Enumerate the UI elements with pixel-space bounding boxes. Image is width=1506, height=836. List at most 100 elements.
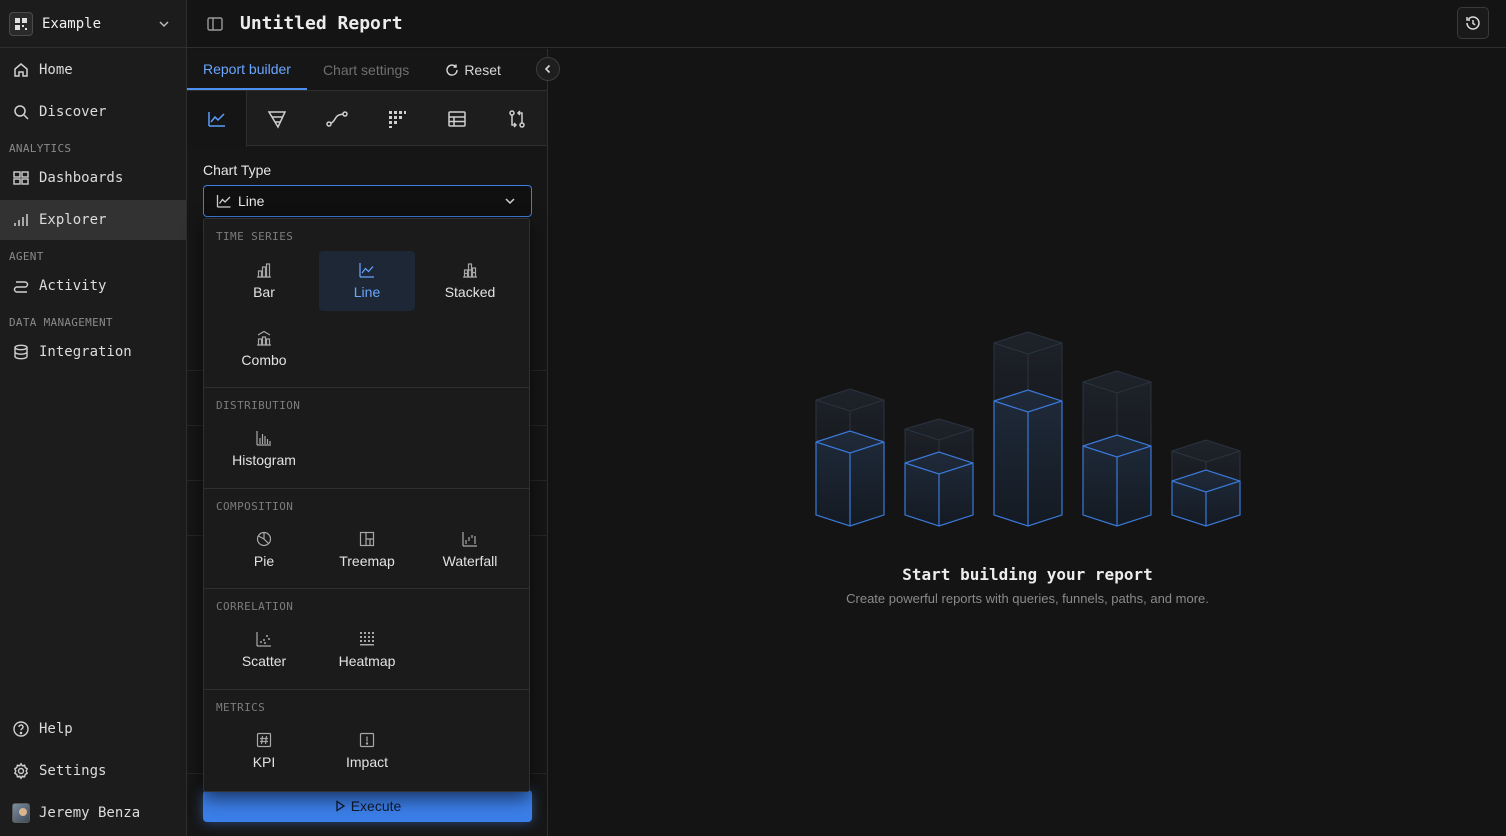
option-scatter[interactable]: Scatter: [216, 620, 312, 680]
avatar: [12, 803, 30, 823]
line-chart-icon: [359, 262, 375, 278]
heatmap-icon: [359, 631, 375, 647]
play-icon: [334, 800, 346, 812]
workspace-logo-icon: [9, 11, 33, 36]
sidebar-item-home[interactable]: Home: [0, 50, 186, 90]
group-correlation: CORRELATION Scatter Heatmap: [204, 589, 529, 690]
group-title: CORRELATION: [216, 600, 294, 613]
option-line[interactable]: Line: [319, 251, 415, 311]
grid-dots-icon: [387, 109, 407, 129]
alert-square-icon: [359, 732, 375, 748]
chart-type-label: Chart Type: [203, 162, 272, 178]
empty-state-illustration: [805, 325, 1255, 540]
option-label: Combo: [241, 352, 287, 368]
execute-label: Execute: [350, 798, 402, 814]
sidebar-item-help[interactable]: Help: [0, 709, 186, 749]
group-composition: COMPOSITION Pie Treemap Waterfall: [204, 489, 529, 589]
table-icon: [447, 109, 467, 129]
activity-icon: [12, 277, 30, 295]
option-label: Pie: [253, 553, 275, 569]
section-label-data-management: DATA MANAGEMENT: [9, 316, 113, 329]
page-header: Untitled Report: [187, 0, 1506, 48]
option-label: Treemap: [339, 553, 395, 569]
sidebar-item-explorer[interactable]: Explorer: [0, 200, 186, 240]
group-time-series: TIME SERIES Bar Line Stacked Combo: [204, 219, 529, 388]
tool-paths[interactable]: [307, 91, 367, 147]
option-bar[interactable]: Bar: [216, 251, 312, 311]
histogram-icon: [256, 430, 272, 446]
option-label: Impact: [345, 754, 388, 770]
option-treemap[interactable]: Treemap: [319, 520, 415, 580]
sidebar-item-activity[interactable]: Activity: [0, 266, 186, 306]
option-combo[interactable]: Combo: [216, 319, 312, 379]
option-pie[interactable]: Pie: [216, 520, 312, 580]
sidebar-item-dashboards[interactable]: Dashboards: [0, 158, 186, 198]
chevron-down-icon: [503, 194, 517, 208]
chart-type-select[interactable]: Line: [203, 185, 532, 217]
option-kpi[interactable]: KPI: [216, 721, 312, 781]
reset-label: Reset: [464, 61, 501, 78]
tool-insights[interactable]: [187, 91, 247, 147]
chart-type-dropdown: TIME SERIES Bar Line Stacked Combo DISTR…: [203, 218, 530, 792]
sidebar-item-label: Settings: [39, 763, 107, 779]
home-icon: [12, 61, 30, 79]
group-title: COMPOSITION: [216, 500, 294, 513]
option-heatmap[interactable]: Heatmap: [319, 620, 415, 680]
chevron-down-icon: [157, 17, 171, 31]
tab-chart-settings[interactable]: Chart settings: [307, 49, 425, 90]
tab-report-builder[interactable]: Report builder: [187, 49, 307, 90]
sidebar-item-label: Home: [39, 62, 73, 78]
sidebar-item-label: Integration: [39, 344, 132, 360]
sidebar-item-discover[interactable]: Discover: [0, 92, 186, 132]
option-impact[interactable]: Impact: [319, 721, 415, 781]
option-stacked[interactable]: Stacked: [422, 251, 518, 311]
workspace-name: Example: [42, 15, 102, 32]
group-title: TIME SERIES: [216, 230, 294, 243]
group-title: METRICS: [216, 701, 266, 714]
tool-table[interactable]: [427, 91, 487, 147]
gear-icon: [12, 762, 30, 780]
page-title[interactable]: Untitled Report: [240, 13, 403, 34]
avatar-wrap: [12, 803, 30, 823]
git-compare-icon: [507, 109, 527, 129]
option-label: KPI: [252, 754, 276, 770]
group-distribution: DISTRIBUTION Histogram: [204, 388, 529, 489]
sidebar-toggle-icon[interactable]: [206, 15, 224, 33]
option-histogram[interactable]: Histogram: [216, 419, 312, 479]
workspace-switcher[interactable]: Example: [0, 0, 186, 48]
database-icon: [12, 343, 30, 361]
option-label: Line: [353, 284, 381, 300]
chevron-left-icon: [542, 63, 554, 75]
bar-chart-icon: [12, 211, 30, 229]
history-icon: [1464, 14, 1482, 32]
execute-button[interactable]: Execute: [203, 790, 532, 822]
sidebar-item-label: Help: [39, 721, 73, 737]
reset-button[interactable]: Reset: [425, 49, 517, 90]
collapse-panel-button[interactable]: [536, 57, 560, 81]
reset-icon: [445, 63, 459, 77]
sidebar-item-settings[interactable]: Settings: [0, 751, 186, 791]
history-button[interactable]: [1457, 7, 1489, 39]
option-label: Stacked: [444, 284, 496, 300]
funnel-icon: [267, 109, 287, 129]
sidebar-item-label: Dashboards: [39, 170, 124, 186]
group-title: DISTRIBUTION: [216, 399, 301, 412]
waterfall-icon: [462, 531, 478, 547]
cube-4: [1082, 370, 1152, 527]
tool-funnels[interactable]: [247, 91, 307, 147]
empty-state-subtitle: Create powerful reports with queries, fu…: [846, 591, 1209, 606]
user-name: Jeremy Benza: [39, 805, 141, 821]
cube-3: [993, 331, 1063, 527]
user-profile[interactable]: Jeremy Benza: [0, 793, 186, 833]
hash-icon: [256, 732, 272, 748]
combo-chart-icon: [256, 330, 272, 346]
report-type-toolbar: [187, 90, 547, 147]
option-label: Heatmap: [338, 653, 396, 669]
sidebar-item-label: Discover: [39, 104, 107, 120]
option-waterfall[interactable]: Waterfall: [422, 520, 518, 580]
sidebar-item-integration[interactable]: Integration: [0, 332, 186, 372]
tool-retention[interactable]: [367, 91, 427, 147]
tool-compare[interactable]: [487, 91, 547, 147]
option-label: Scatter: [241, 653, 287, 669]
cube-2: [904, 418, 974, 527]
